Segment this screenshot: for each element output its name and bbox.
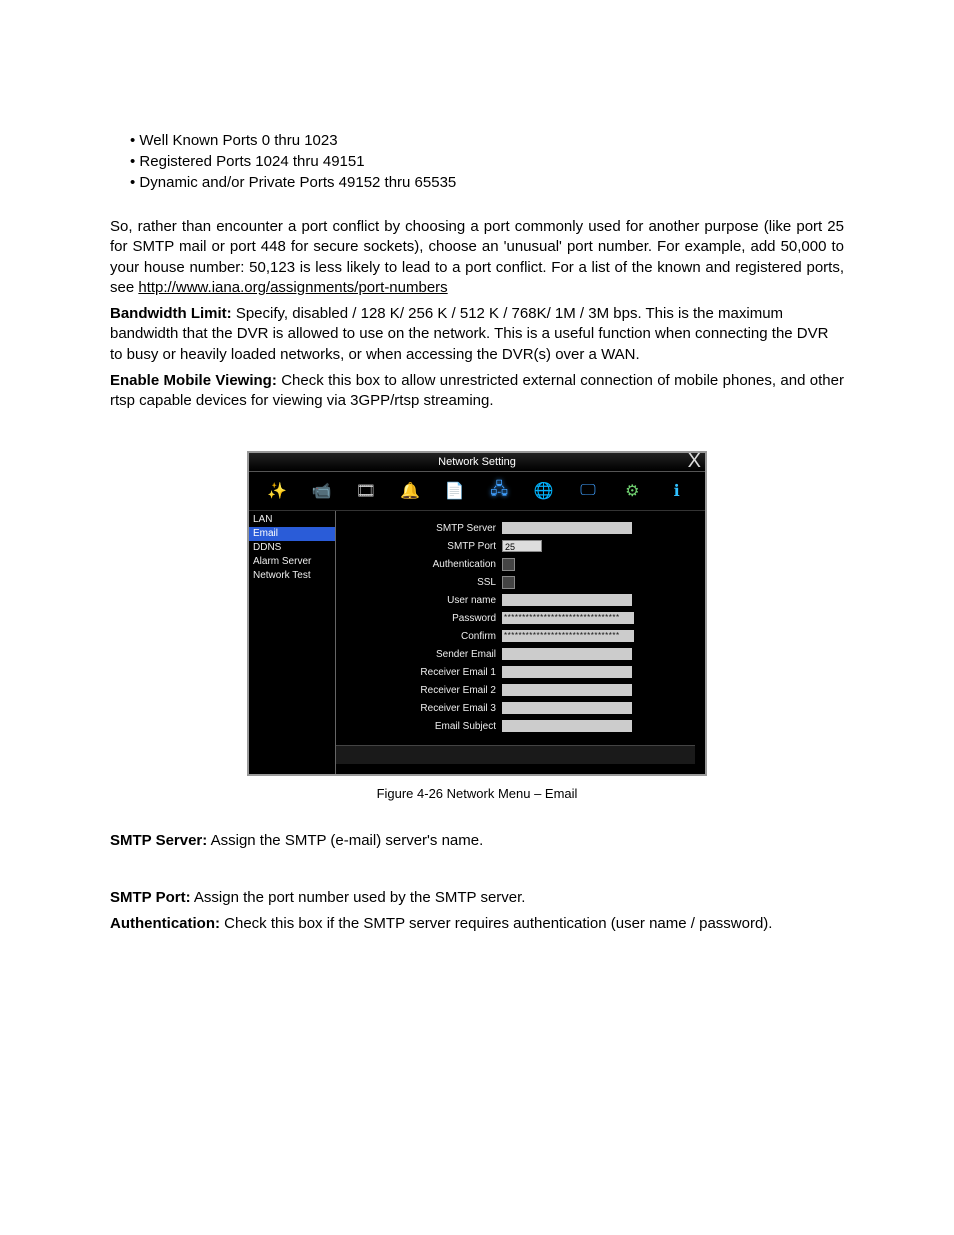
smtp-server-paragraph: SMTP Server: Assign the SMTP (e-mail) se… bbox=[110, 831, 844, 851]
dvr-sidebar: LAN Email DDNS Alarm Server Network Test bbox=[249, 511, 336, 774]
system-icon[interactable]: ⚙ bbox=[621, 480, 643, 502]
sidebar-item-ddns[interactable]: DDNS bbox=[249, 541, 335, 555]
smtp-port-desc: Assign the port number used by the SMTP … bbox=[191, 889, 526, 906]
authentication-desc: Check this box if the SMTP server requir… bbox=[220, 915, 772, 932]
authentication-paragraph: Authentication: Check this box if the SM… bbox=[110, 914, 844, 934]
label-email-subject: Email Subject bbox=[336, 721, 502, 732]
bandwidth-paragraph: Bandwidth Limit: Specify, disabled / 128… bbox=[110, 304, 844, 365]
dvr-window-title-bar: Network Setting X bbox=[249, 453, 705, 472]
mobile-viewing-paragraph: Enable Mobile Viewing: Check this box to… bbox=[110, 371, 844, 412]
display-icon[interactable]: 🖵 bbox=[577, 480, 599, 502]
input-password[interactable]: ******************************** bbox=[502, 612, 634, 624]
label-password: Password bbox=[336, 613, 502, 624]
sidebar-item-email[interactable]: Email bbox=[249, 527, 335, 541]
label-receiver-email-1: Receiver Email 1 bbox=[336, 667, 502, 678]
label-username: User name bbox=[336, 595, 502, 606]
sidebar-item-alarm-server[interactable]: Alarm Server bbox=[249, 555, 335, 569]
smtp-port-paragraph: SMTP Port: Assign the port number used b… bbox=[110, 888, 844, 908]
sidebar-item-lan[interactable]: LAN bbox=[249, 513, 335, 527]
input-email-subject[interactable] bbox=[502, 720, 632, 732]
input-sender-email[interactable] bbox=[502, 648, 632, 660]
wizard-icon[interactable]: ✨ bbox=[266, 480, 288, 502]
label-receiver-email-2: Receiver Email 2 bbox=[336, 685, 502, 696]
close-icon[interactable]: X bbox=[688, 451, 701, 471]
sidebar-item-network-test[interactable]: Network Test bbox=[249, 569, 335, 583]
dvr-network-setting-window: Network Setting X ✨ 📹 🎞 🔔 📄 🖧 🌐 🖵 ⚙ ℹ LA… bbox=[247, 451, 707, 776]
iana-link[interactable]: http://www.iana.org/assignments/port-num… bbox=[138, 279, 447, 296]
dvr-footer bbox=[336, 745, 695, 764]
dvr-email-form: SMTP Server SMTP Port 25 Authentication … bbox=[336, 511, 705, 774]
label-sender-email: Sender Email bbox=[336, 649, 502, 660]
label-ssl: SSL bbox=[336, 577, 502, 588]
label-confirm: Confirm bbox=[336, 631, 502, 642]
smtp-port-term: SMTP Port: bbox=[110, 889, 191, 906]
network-icon[interactable]: 🖧 bbox=[488, 480, 510, 502]
mobile-viewing-label: Enable Mobile Viewing: bbox=[110, 372, 277, 389]
camera-icon[interactable]: 📹 bbox=[311, 480, 333, 502]
schedule-icon[interactable]: 📄 bbox=[444, 480, 466, 502]
input-smtp-server[interactable] bbox=[502, 522, 632, 534]
figure-caption: Figure 4-26 Network Menu – Email bbox=[110, 786, 844, 801]
bandwidth-label: Bandwidth Limit: bbox=[110, 305, 232, 322]
input-username[interactable] bbox=[502, 594, 632, 606]
label-receiver-email-3: Receiver Email 3 bbox=[336, 703, 502, 714]
smtp-server-term: SMTP Server: bbox=[110, 832, 207, 849]
alarm-icon[interactable]: 🔔 bbox=[399, 480, 421, 502]
remote-icon[interactable]: 🌐 bbox=[533, 480, 555, 502]
input-receiver-email-3[interactable] bbox=[502, 702, 632, 714]
port-advice-paragraph: So, rather than encounter a port conflic… bbox=[110, 217, 844, 298]
bullet-dynamic: Dynamic and/or Private Ports 49152 thru … bbox=[130, 172, 844, 193]
port-category-list: Well Known Ports 0 thru 1023 Registered … bbox=[130, 130, 844, 193]
dvr-toolbar: ✨ 📹 🎞 🔔 📄 🖧 🌐 🖵 ⚙ ℹ bbox=[249, 472, 705, 510]
checkbox-ssl[interactable] bbox=[502, 576, 515, 589]
input-receiver-email-1[interactable] bbox=[502, 666, 632, 678]
label-authentication: Authentication bbox=[336, 559, 502, 570]
label-smtp-server: SMTP Server bbox=[336, 523, 502, 534]
authentication-term: Authentication: bbox=[110, 915, 220, 932]
bullet-registered: Registered Ports 1024 thru 49151 bbox=[130, 151, 844, 172]
input-smtp-port[interactable]: 25 bbox=[502, 540, 542, 552]
dvr-window-title: Network Setting bbox=[438, 456, 516, 468]
label-smtp-port: SMTP Port bbox=[336, 541, 502, 552]
input-receiver-email-2[interactable] bbox=[502, 684, 632, 696]
input-confirm[interactable]: ******************************** bbox=[502, 630, 634, 642]
checkbox-authentication[interactable] bbox=[502, 558, 515, 571]
record-icon[interactable]: 🎞 bbox=[355, 480, 377, 502]
info-icon[interactable]: ℹ bbox=[666, 480, 688, 502]
smtp-server-desc: Assign the SMTP (e-mail) server's name. bbox=[207, 832, 483, 849]
bullet-well-known: Well Known Ports 0 thru 1023 bbox=[130, 130, 844, 151]
